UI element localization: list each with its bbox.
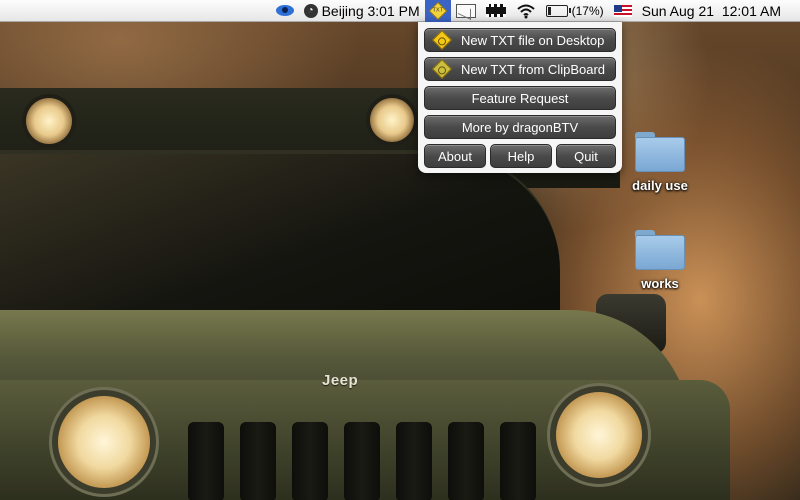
new-txt-popup-menu: New TXT file on Desktop New TXT from Cli… [418,22,622,173]
wallpaper-grille-bar [500,422,536,500]
mail-icon [455,3,476,18]
help-button[interactable]: Help [490,144,552,168]
world-clock-label: Beijing 3:01 PM [321,2,420,19]
wallpaper-grille-bar [240,422,276,500]
battery-menu-extra[interactable]: (17%) [541,0,609,22]
battery-percent: (17%) [571,3,604,18]
film-icon [485,4,506,17]
wallpaper-grille-bar [396,422,432,500]
new-txt-menu-extra[interactable]: TXT [424,0,451,22]
new-txt-clipboard-label: New TXT from ClipBoard [461,61,606,77]
wallpaper-roof-light-right [370,98,414,142]
folder-icon [635,132,685,172]
clipboard-txt-icon [432,59,452,79]
us-flag-icon [613,4,632,17]
wallpaper-jeep-logo: Jeep [322,372,359,389]
new-txt-icon [432,30,452,50]
wallpaper-grille-bar [188,422,224,500]
new-txt-desktop-label: New TXT file on Desktop [461,32,605,48]
help-label: Help [507,148,535,164]
feature-request-label: Feature Request [471,90,569,106]
input-menu-extra[interactable] [609,0,637,22]
eye-icon [275,5,294,16]
more-by-label: More by dragonBTV [461,119,579,135]
about-button[interactable]: About [424,144,486,168]
wifi-icon [516,4,535,18]
desktop-folder-daily-use[interactable]: daily use [615,132,705,193]
wallpaper-windshield [0,150,560,330]
wifi-menu-extra[interactable] [511,0,541,22]
new-txt-app-icon: TXT [428,1,447,20]
wallpaper-grille-bar [292,422,328,500]
folder-icon [635,230,685,270]
menu-bar: ◔ Beijing 3:01 PM TXT (17%) Sun Aug 21 1… [0,0,800,22]
desktop-folder-works[interactable]: works [615,230,705,291]
quit-button[interactable]: Quit [556,144,616,168]
wallpaper-headlight-right [556,392,642,478]
battery-level-fill [547,6,552,15]
quit-label: Quit [574,148,598,164]
world-clock-menu-extra[interactable]: ◔ Beijing 3:01 PM [299,0,425,22]
new-txt-desktop-button[interactable]: New TXT file on Desktop [424,28,616,52]
world-clock-icon: ◔ [303,3,318,18]
wallpaper-grille-bar [344,422,380,500]
wallpaper-roof-light-left [26,98,72,144]
feature-request-button[interactable]: Feature Request [424,86,616,110]
eye-menu-extra[interactable] [271,0,299,22]
more-by-dragonbtv-button[interactable]: More by dragonBTV [424,115,616,139]
wallpaper-grille-bar [448,422,484,500]
mail-menu-extra[interactable] [451,0,481,22]
battery-icon [545,4,571,17]
about-label: About [438,148,472,164]
new-txt-clipboard-button[interactable]: New TXT from ClipBoard [424,57,616,81]
menubar-datetime: Sun Aug 21 12:01 AM [641,2,781,19]
menubar-clock[interactable]: Sun Aug 21 12:01 AM [637,0,786,22]
film-menu-extra[interactable] [481,0,511,22]
desktop-item-label: works [641,276,679,291]
wallpaper-headlight-left [58,396,150,488]
desktop-item-label: daily use [632,178,688,193]
